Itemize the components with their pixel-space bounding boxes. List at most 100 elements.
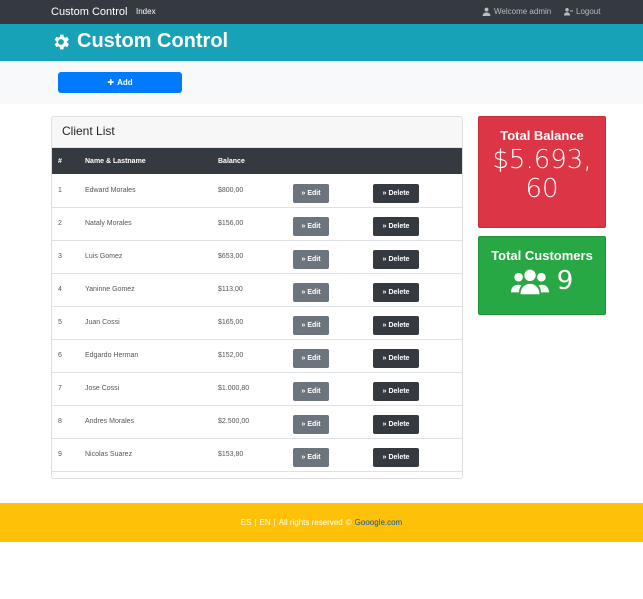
- row-delete-cell: » Delete: [367, 405, 462, 438]
- edit-button[interactable]: » Edit: [293, 283, 329, 302]
- edit-label: Edit: [307, 322, 321, 329]
- welcome-user[interactable]: Welcome admin: [482, 7, 551, 16]
- row-name: Andres Morales: [85, 418, 135, 425]
- edit-button[interactable]: » Edit: [293, 382, 329, 401]
- client-list-card: Client List # Name & Lastname Balance 1 E…: [51, 116, 463, 479]
- total-balance-card: Total Balance $5.693,60: [478, 116, 606, 228]
- edit-label: Edit: [307, 388, 321, 395]
- row-number: 7: [58, 385, 62, 392]
- row-name: Nataly Morales: [85, 220, 132, 227]
- row-name: Luis Gomez: [85, 253, 123, 260]
- delete-button[interactable]: » Delete: [373, 183, 419, 203]
- delete-label: Delete: [388, 454, 410, 461]
- total-balance-value: $5.693,60: [492, 145, 592, 204]
- delete-label: Delete: [388, 289, 410, 296]
- delete-button[interactable]: » Delete: [373, 448, 419, 467]
- row-number: 4: [58, 286, 62, 293]
- edit-button[interactable]: » Edit: [293, 316, 329, 335]
- edit-label: Edit: [307, 454, 321, 461]
- double-chevron-right-icon: »: [301, 421, 306, 428]
- delete-button[interactable]: » Delete: [373, 349, 419, 368]
- logout-link[interactable]: Logout: [564, 7, 600, 16]
- footer-separator: |: [273, 518, 276, 527]
- edit-button[interactable]: » Edit: [293, 415, 329, 434]
- double-chevron-right-icon: »: [301, 256, 306, 263]
- page-title-text: Custom Control: [77, 30, 229, 52]
- delete-label: Delete: [388, 256, 410, 263]
- row-balance: $152,00: [218, 352, 244, 359]
- row-delete-cell: » Delete: [367, 438, 462, 471]
- delete-label: Delete: [388, 189, 410, 197]
- double-chevron-right-icon: »: [382, 223, 387, 230]
- users-icon: [510, 269, 549, 295]
- double-chevron-right-icon: »: [382, 388, 387, 395]
- row-edit-cell: » Edit: [287, 405, 367, 438]
- delete-button[interactable]: » Delete: [373, 382, 419, 401]
- delete-button[interactable]: » Delete: [373, 415, 419, 434]
- footer-rights: All rights reserved: [278, 518, 343, 527]
- delete-button[interactable]: » Delete: [373, 283, 419, 302]
- table-header-row: # Name & Lastname Balance: [52, 148, 462, 174]
- edit-label: Edit: [307, 223, 321, 230]
- row-number: 9: [58, 451, 62, 458]
- language-en-link[interactable]: EN: [260, 518, 271, 527]
- edit-button[interactable]: » Edit: [293, 183, 329, 203]
- column-header-edit: [287, 148, 367, 174]
- edit-label: Edit: [307, 355, 321, 362]
- column-header-delete: [367, 148, 462, 174]
- row-balance: $2.500,00: [218, 418, 250, 425]
- row-name: Edgardo Herman: [85, 352, 139, 359]
- row-number: 6: [58, 352, 62, 359]
- table-row: 3 Luis Gomez $653,00» Edit» Delete: [52, 240, 462, 273]
- row-name: Edward Morales: [85, 186, 136, 194]
- double-chevron-right-icon: »: [301, 388, 306, 395]
- column-header-balance: Balance: [218, 157, 245, 165]
- add-client-button[interactable]: ✚ Add: [58, 72, 182, 93]
- total-customers-card: Total Customers 9: [478, 236, 606, 315]
- delete-button[interactable]: » Delete: [373, 250, 419, 269]
- edit-button[interactable]: » Edit: [293, 349, 329, 368]
- edit-button[interactable]: » Edit: [293, 217, 329, 236]
- welcome-label: Welcome admin: [494, 7, 552, 16]
- row-delete-cell: » Delete: [367, 339, 462, 372]
- delete-button[interactable]: » Delete: [373, 316, 419, 335]
- double-chevron-right-icon: »: [301, 189, 306, 197]
- page-header: Custom Control: [0, 24, 643, 61]
- nav-link-index[interactable]: Index: [136, 7, 156, 16]
- edit-button[interactable]: » Edit: [293, 250, 329, 269]
- row-delete-cell: » Delete: [367, 273, 462, 306]
- double-chevron-right-icon: »: [382, 454, 387, 461]
- double-chevron-right-icon: »: [301, 223, 306, 230]
- row-balance: $113,00: [218, 286, 243, 293]
- delete-label: Delete: [388, 223, 410, 230]
- footer-separator: |: [254, 518, 257, 527]
- client-table: # Name & Lastname Balance 1 Edward Morale…: [52, 148, 462, 472]
- table-row: 6 Edgardo Herman $152,00» Edit» Delete: [52, 339, 462, 372]
- delete-label: Delete: [388, 355, 410, 362]
- edit-button[interactable]: » Edit: [293, 448, 329, 467]
- row-delete-cell: » Delete: [367, 240, 462, 273]
- row-number: 2: [58, 220, 62, 227]
- user-minus-icon: [564, 8, 573, 16]
- table-row: 1 Edward Morales $800,00» Edit» Delete: [52, 174, 462, 207]
- table-row: 8 Andres Morales $2.500,00 » Edit » Delete: [52, 405, 462, 438]
- gear-icon: [54, 34, 69, 49]
- double-chevron-right-icon: »: [301, 355, 306, 362]
- edit-label: Edit: [307, 189, 321, 197]
- edit-label: Edit: [307, 256, 321, 263]
- row-edit-cell: » Edit: [287, 273, 367, 306]
- copyright-icon: ©: [345, 518, 352, 527]
- column-header-name: Name & Lastname: [85, 157, 146, 165]
- language-es-link[interactable]: ES: [241, 518, 252, 527]
- row-delete-cell: » Delete: [367, 372, 462, 405]
- delete-button[interactable]: » Delete: [373, 217, 419, 236]
- total-balance-title: Total Balance: [500, 128, 584, 143]
- navbar-brand[interactable]: Custom Control: [51, 6, 127, 18]
- row-number: 8: [58, 418, 62, 425]
- logout-label: Logout: [576, 7, 601, 16]
- column-header-number: #: [58, 157, 62, 165]
- row-balance: $653,00: [218, 253, 244, 260]
- row-edit-cell: » Edit: [287, 306, 367, 339]
- footer-link[interactable]: Gooogle.com: [355, 518, 403, 527]
- row-balance: $1.000,80: [218, 385, 250, 392]
